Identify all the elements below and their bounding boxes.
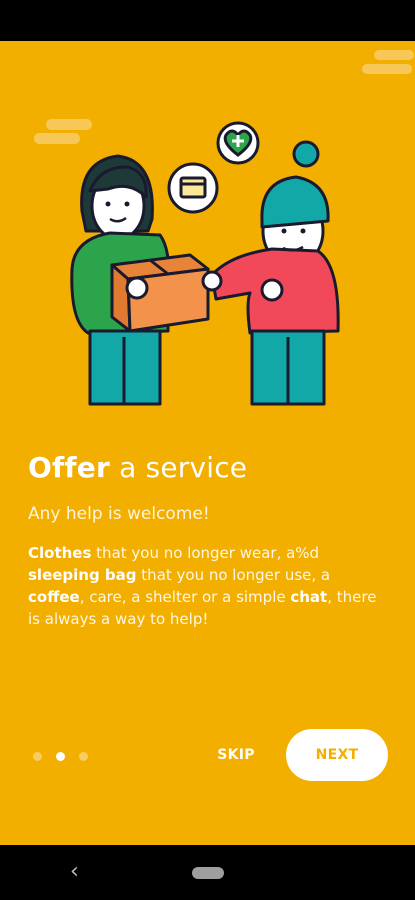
people-sharing-illustration bbox=[34, 50, 414, 406]
page-dot[interactable] bbox=[79, 751, 88, 761]
onboarding-description: Clothes that you no longer wear, a%d sle… bbox=[28, 542, 388, 630]
page-dot[interactable] bbox=[56, 751, 65, 761]
status-bar bbox=[0, 0, 415, 41]
onboarding-title: Offer a service bbox=[28, 451, 247, 484]
description-segment: , care, a shelter or a simple bbox=[79, 588, 291, 606]
skip-button[interactable]: SKIP bbox=[206, 741, 266, 769]
title-bold: Offer bbox=[28, 451, 110, 484]
description-segment: chat bbox=[290, 588, 328, 606]
description-segment: that you no longer use, a bbox=[136, 566, 331, 584]
description-segment: Clothes bbox=[28, 544, 92, 562]
onboarding-subtitle: Any help is welcome! bbox=[28, 504, 210, 524]
description-segment: sleeping bag bbox=[28, 566, 137, 584]
card-bubble-icon bbox=[167, 162, 219, 214]
page-dot[interactable] bbox=[33, 751, 42, 761]
description-segment: coffee bbox=[28, 588, 80, 606]
onboarding-screen: Offer a service Any help is welcome! Clo… bbox=[0, 41, 415, 845]
description-segment: that you no longer wear, a%d bbox=[91, 544, 320, 562]
box-icon bbox=[110, 253, 210, 333]
navigation-bar: ‹ bbox=[0, 845, 415, 900]
title-rest: a service bbox=[109, 451, 248, 484]
next-button[interactable]: NEXT bbox=[286, 729, 388, 781]
back-chevron-icon[interactable]: ‹ bbox=[70, 857, 79, 887]
page-indicator bbox=[33, 750, 88, 762]
home-pill-icon[interactable] bbox=[192, 867, 224, 879]
person-red-icon bbox=[210, 140, 340, 406]
